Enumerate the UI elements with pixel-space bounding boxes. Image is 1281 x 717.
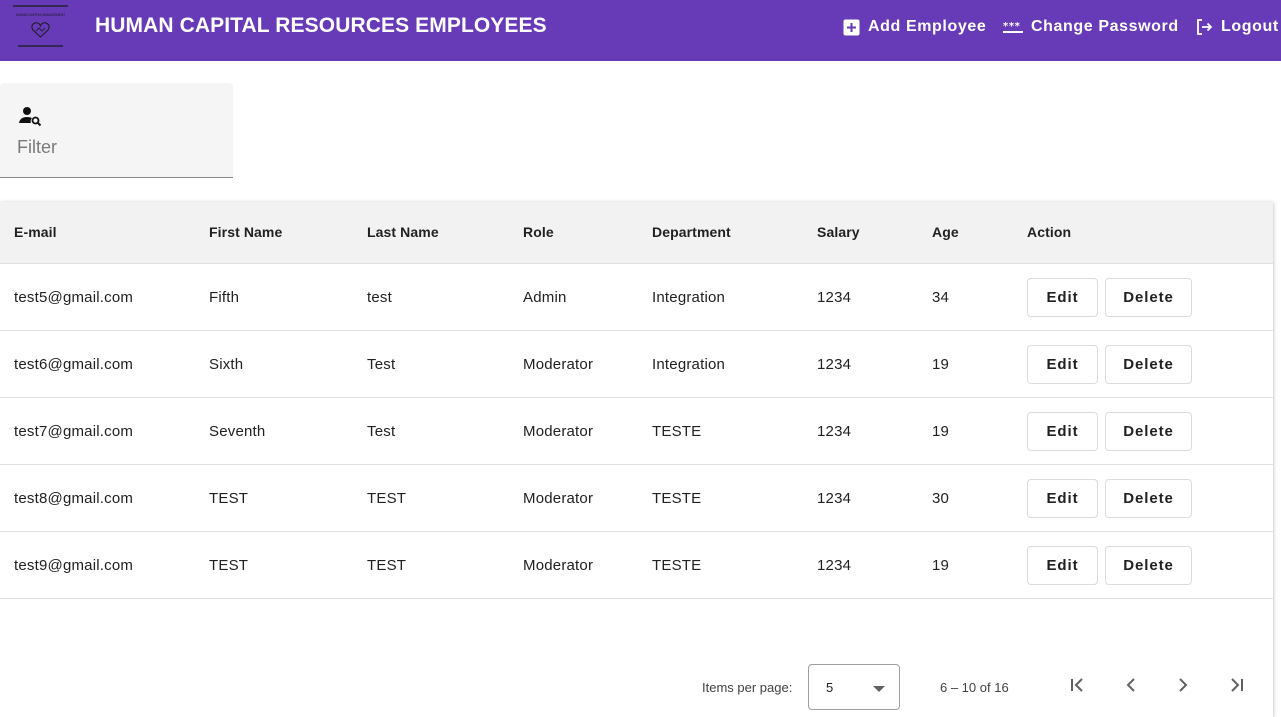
person-search-icon: [19, 105, 43, 127]
table-row: test9@gmail.com TEST TEST Moderator TEST…: [0, 532, 1273, 599]
delete-button[interactable]: Delete: [1105, 278, 1192, 317]
svg-text:HUMAN CAPITAL MANAGEMENT: HUMAN CAPITAL MANAGEMENT: [16, 13, 65, 17]
change-password-button[interactable]: *** Change Password: [1003, 16, 1179, 38]
column-header-email[interactable]: E-mail: [14, 224, 57, 240]
next-page-button[interactable]: [1168, 672, 1198, 702]
cell-department: TESTE: [652, 490, 702, 507]
page-size-value: 5: [826, 680, 834, 695]
cell-email: test7@gmail.com: [14, 423, 134, 440]
logout-icon: [1195, 18, 1213, 36]
cell-first-name: TEST: [209, 490, 249, 507]
table-header: E-mail First Name Last Name Role Departm…: [0, 202, 1273, 264]
cell-age: 34: [932, 289, 950, 306]
cell-first-name: Seventh: [209, 423, 266, 440]
column-header-last-name[interactable]: Last Name: [367, 224, 439, 240]
edit-button[interactable]: Edit: [1027, 479, 1098, 518]
table-row: test5@gmail.com Fifth test Admin Integra…: [0, 264, 1273, 331]
edit-button[interactable]: Edit: [1027, 412, 1098, 451]
cell-age: 30: [932, 490, 950, 507]
cell-salary: 1234: [817, 289, 852, 306]
delete-button[interactable]: Delete: [1105, 546, 1192, 585]
cell-department: Integration: [652, 289, 726, 306]
first-page-button[interactable]: [1063, 672, 1093, 702]
filter-field[interactable]: [0, 83, 233, 178]
cell-age: 19: [932, 356, 950, 373]
edit-button[interactable]: Edit: [1027, 345, 1098, 384]
items-per-page-label: Items per page:: [702, 680, 793, 695]
cell-email: test8@gmail.com: [14, 490, 134, 507]
cell-department: TESTE: [652, 557, 702, 574]
cell-first-name: Sixth: [209, 356, 244, 373]
cell-first-name: TEST: [209, 557, 249, 574]
table-row: test7@gmail.com Seventh Test Moderator T…: [0, 398, 1273, 465]
change-password-label: Change Password: [1031, 18, 1179, 35]
column-header-action: Action: [1027, 224, 1072, 240]
column-header-salary[interactable]: Salary: [817, 224, 860, 240]
edit-button[interactable]: Edit: [1027, 278, 1098, 317]
chevron-left-icon: [1125, 677, 1137, 698]
app-logo: HUMAN CAPITAL MANAGEMENT: [12, 4, 69, 48]
delete-button[interactable]: Delete: [1105, 345, 1192, 384]
column-header-age[interactable]: Age: [932, 224, 959, 240]
cell-salary: 1234: [817, 490, 852, 507]
cell-email: test5@gmail.com: [14, 289, 134, 306]
column-header-department[interactable]: Department: [652, 224, 731, 240]
filter-input[interactable]: [17, 135, 217, 159]
cell-department: TESTE: [652, 423, 702, 440]
logout-label: Logout: [1221, 18, 1279, 35]
last-page-button[interactable]: [1221, 672, 1251, 702]
cell-role: Moderator: [523, 356, 594, 373]
cell-role: Admin: [523, 289, 567, 306]
cell-last-name: TEST: [367, 490, 407, 507]
last-page-icon: [1227, 677, 1245, 698]
plus-box-icon: [842, 18, 860, 36]
page-range-label: 6 – 10 of 16: [940, 680, 1009, 695]
asterisk-password-icon: ***: [1003, 18, 1023, 36]
cell-salary: 1234: [817, 356, 852, 373]
add-employee-label: Add Employee: [868, 18, 987, 35]
logout-button[interactable]: Logout: [1195, 16, 1279, 38]
column-header-role[interactable]: Role: [523, 224, 554, 240]
delete-button[interactable]: Delete: [1105, 479, 1192, 518]
cell-age: 19: [932, 557, 950, 574]
app-title: HUMAN CAPITAL RESOURCES EMPLOYEES: [95, 14, 547, 37]
cell-last-name: TEST: [367, 557, 407, 574]
cell-first-name: Fifth: [209, 289, 240, 306]
cell-salary: 1234: [817, 557, 852, 574]
svg-text:***: ***: [1003, 21, 1021, 32]
cell-email: test6@gmail.com: [14, 356, 134, 373]
cell-last-name: Test: [367, 356, 396, 373]
chevron-right-icon: [1177, 677, 1189, 698]
top-toolbar: HUMAN CAPITAL MANAGEMENT HUMAN CAPITAL R…: [0, 0, 1281, 61]
cell-age: 19: [932, 423, 950, 440]
cell-last-name: Test: [367, 423, 396, 440]
table-row: test6@gmail.com Sixth Test Moderator Int…: [0, 331, 1273, 398]
cell-role: Moderator: [523, 557, 594, 574]
cell-last-name: test: [367, 289, 392, 306]
table-row: test8@gmail.com TEST TEST Moderator TEST…: [0, 465, 1273, 532]
previous-page-button[interactable]: [1116, 672, 1146, 702]
cell-role: Moderator: [523, 490, 594, 507]
page-size-select[interactable]: 5: [808, 664, 900, 710]
edit-button[interactable]: Edit: [1027, 546, 1098, 585]
cell-role: Moderator: [523, 423, 594, 440]
delete-button[interactable]: Delete: [1105, 412, 1192, 451]
column-header-first-name[interactable]: First Name: [209, 224, 282, 240]
cell-salary: 1234: [817, 423, 852, 440]
cell-department: Integration: [652, 356, 726, 373]
first-page-icon: [1069, 677, 1087, 698]
add-employee-button[interactable]: Add Employee: [842, 16, 986, 38]
cell-email: test9@gmail.com: [14, 557, 134, 574]
dropdown-arrow-icon: [873, 686, 885, 692]
employees-table: E-mail First Name Last Name Role Departm…: [0, 202, 1273, 717]
